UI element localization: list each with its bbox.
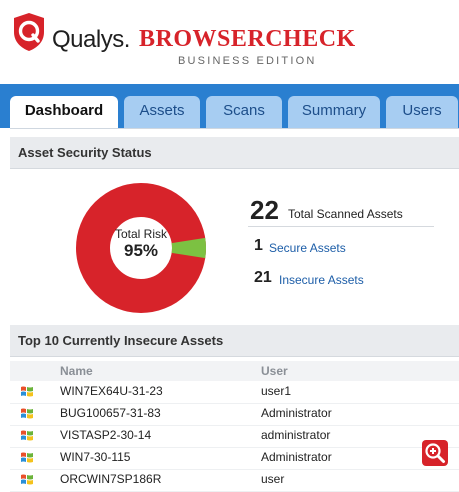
asset-security-status-heading: Asset Security Status [10,137,459,169]
tab-summary[interactable]: Summary [288,96,380,128]
total-scanned-count: 22 [250,195,279,225]
asset-name: ORCWIN7SP186R [60,472,162,486]
insecure-count: 21 [254,269,272,286]
asset-name: VISTASP2-30-14 [60,428,152,442]
tab-scans[interactable]: Scans [206,96,282,128]
windows-icon [21,452,33,463]
tab-dashboard[interactable]: Dashboard [10,96,118,128]
column-user: User [261,364,288,378]
windows-icon [21,408,33,419]
asset-name: WIN7EX64U-31-23 [60,384,163,398]
zoom-in-icon [425,443,445,463]
tab-assets[interactable]: Assets [124,96,200,128]
logo-browsercheck: BROWSERCHECK [139,26,356,52]
windows-icon [21,386,33,397]
logo-qualys: Qualys. [52,26,130,53]
table-row[interactable]: ORCWIN7SP186R user [10,469,459,492]
table-row[interactable]: VISTASP2-30-14 administrator [10,425,459,448]
total-scanned-label: Total Scanned Assets [288,207,403,221]
tab-bar: Dashboard Assets Scans Summary Users [0,84,459,128]
brand-header: Qualys. BROWSERCHECK BUSINESS EDITION [12,12,452,67]
top-insecure-heading: Top 10 Currently Insecure Assets [10,325,459,357]
secure-count: 1 [254,237,263,254]
total-risk-label: Total Risk [114,227,167,241]
logo-edition: BUSINESS EDITION [178,55,317,67]
secure-assets-link[interactable]: Secure Assets [269,241,346,255]
zoom-in-button[interactable] [422,440,448,466]
dashboard-panel: Asset Security Status Total Risk 95% 22 … [10,128,459,492]
column-name: Name [60,364,93,378]
insecure-assets-link[interactable]: Insecure Assets [279,273,364,287]
tab-users[interactable]: Users [386,96,458,128]
asset-user: administrator [261,428,331,442]
table-row[interactable]: WIN7EX64U-31-23 user1 [10,381,459,404]
table-row[interactable]: BUG100657-31-83 Administrator [10,403,459,426]
windows-icon [21,430,33,441]
donut-safe-arc [171,237,206,259]
asset-user: Administrator [261,450,332,464]
asset-user: user [261,472,285,486]
asset-user: user1 [261,384,292,398]
asset-user: Administrator [261,406,332,420]
total-risk-value: 95% [123,241,159,260]
asset-name: WIN7-30-115 [60,450,131,464]
qualys-shield-icon [14,13,44,51]
table-row[interactable]: WIN7-30-115 Administrator [10,447,459,470]
asset-name: BUG100657-31-83 [60,406,161,420]
stats-divider [248,226,434,227]
table-header: Name User [10,361,459,381]
